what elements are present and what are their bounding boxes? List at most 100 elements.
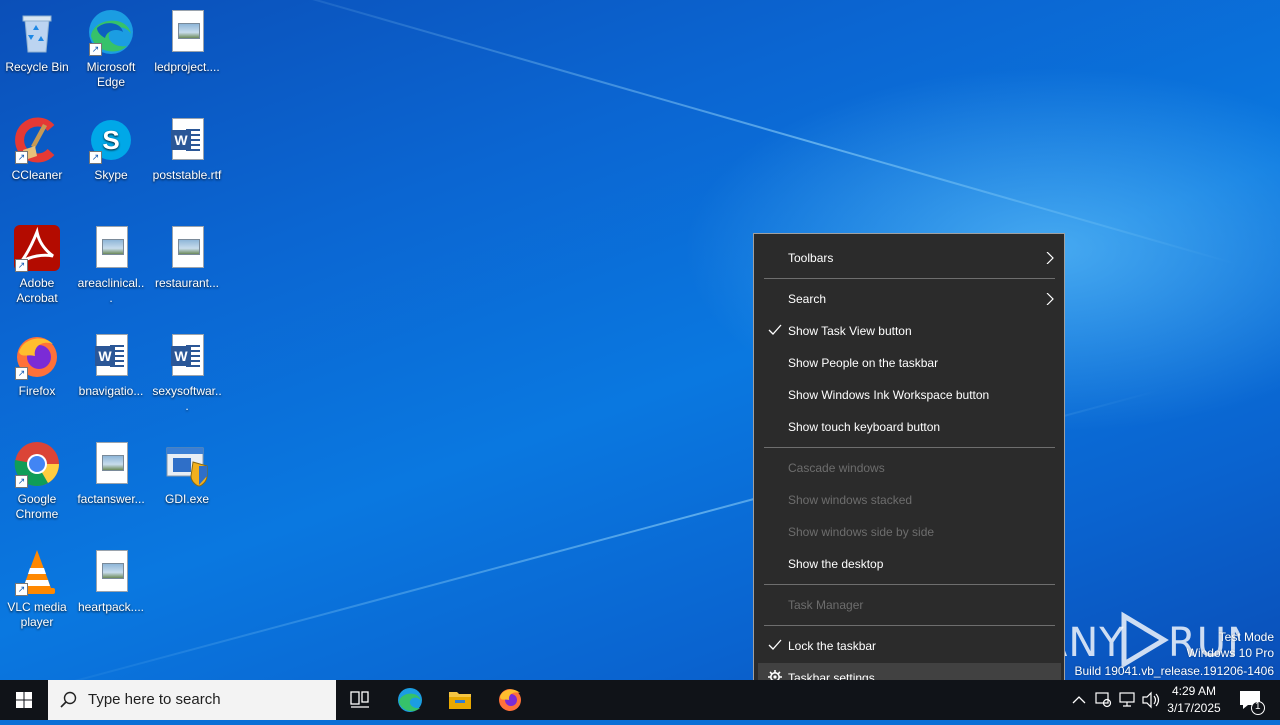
desktop-icon-word-document[interactable]: W poststable.rtf [150, 116, 224, 183]
shortcut-arrow-icon: ↗ [89, 43, 102, 56]
desktop-icon-image-file[interactable]: ledproject.... [150, 8, 224, 75]
image-file-icon [163, 224, 211, 272]
clock[interactable]: 4:29 AM 3/17/2025 [1164, 680, 1224, 720]
menu-item-label: Search [788, 292, 827, 306]
start-button[interactable] [0, 680, 48, 720]
desktop-icon-label: VLC media player [7, 600, 67, 629]
clock-date: 3/17/2025 [1167, 701, 1221, 715]
watermark-build: Build 19041.vb_release.191206-1406 [1074, 664, 1275, 678]
ccleaner-icon: ↗ [13, 116, 61, 164]
shortcut-arrow-icon: ↗ [15, 367, 28, 380]
desktop-icon-label: GDI.exe [164, 492, 209, 506]
desktop-icon-image-file[interactable]: factanswer... [74, 440, 148, 507]
image-file-icon [163, 8, 211, 56]
menu-item-show-people[interactable]: Show People on the taskbar [758, 348, 1061, 378]
desktop-icon-label: bnavigatio... [78, 384, 144, 398]
desktop-icon-adobe-acrobat[interactable]: ↗ Adobe Acrobat [0, 224, 74, 306]
desktop-icon-word-document[interactable]: W bnavigatio... [74, 332, 148, 399]
taskbar[interactable]: Type here to search 4:29 AM 3/17/2025 1 [0, 680, 1280, 720]
menu-item-toolbars[interactable]: Toolbars [758, 243, 1061, 273]
menu-separator [764, 447, 1055, 448]
speaker-icon [1142, 691, 1160, 709]
menu-item-cascade-windows: Cascade windows [758, 453, 1061, 483]
menu-item-label: Show Windows Ink Workspace button [788, 388, 990, 402]
watermark-edition: Windows 10 Pro [1186, 646, 1274, 660]
image-file-icon [87, 224, 135, 272]
desktop-icon-firefox[interactable]: ↗ Firefox [0, 332, 74, 399]
svg-text:S: S [102, 125, 119, 155]
firefox-icon [499, 689, 521, 711]
desktop-icon-recycle-bin[interactable]: Recycle Bin [0, 8, 74, 75]
network-tray-button[interactable] [1116, 680, 1138, 720]
desktop-icon-label: poststable.rtf [152, 168, 222, 182]
desktop-icon-google-chrome[interactable]: ↗ Google Chrome [0, 440, 74, 522]
taskbar-context-menu: Toolbars Search Show Task View button Sh… [753, 233, 1065, 703]
menu-item-show-desktop[interactable]: Show the desktop [758, 549, 1061, 579]
taskbar-search-box[interactable]: Type here to search [48, 680, 336, 720]
menu-item-label: Show windows side by side [788, 525, 935, 539]
tray-app-icon[interactable] [1092, 680, 1114, 720]
menu-item-show-touch-keyboard[interactable]: Show touch keyboard button [758, 412, 1061, 442]
notification-count: 1 [1255, 701, 1261, 712]
taskbar-firefox[interactable] [486, 680, 534, 720]
shortcut-arrow-icon: ↗ [89, 151, 102, 164]
windows-logo-icon [16, 692, 32, 708]
desktop[interactable]: Recycle Bin ↗ CCleaner ↗ Adobe Acrobat ↗… [0, 0, 1280, 680]
menu-item-windows-side-by-side: Show windows side by side [758, 517, 1061, 547]
desktop-icon-gdi-exe[interactable]: GDI.exe [150, 440, 224, 507]
menu-item-search[interactable]: Search [758, 284, 1061, 314]
desktop-icon-label: restaurant... [154, 276, 220, 290]
menu-item-show-task-view[interactable]: Show Task View button [758, 316, 1061, 346]
taskbar-file-explorer[interactable] [436, 680, 484, 720]
menu-item-label: Show People on the taskbar [788, 356, 939, 370]
search-placeholder: Type here to search [88, 691, 221, 708]
checkmark-icon [768, 639, 782, 650]
menu-item-show-ink-workspace[interactable]: Show Windows Ink Workspace button [758, 380, 1061, 410]
volume-tray-button[interactable] [1140, 680, 1162, 720]
desktop-icon-vlc[interactable]: ↗ VLC media player [0, 548, 74, 630]
menu-item-label: Show windows stacked [788, 493, 913, 507]
firefox-icon: ↗ [13, 332, 61, 380]
desktop-icon-label: sexysoftwar... [152, 384, 222, 413]
menu-item-windows-stacked: Show windows stacked [758, 485, 1061, 515]
desktop-icon-image-file[interactable]: heartpack.... [74, 548, 148, 615]
show-hidden-icons-button[interactable] [1068, 680, 1090, 720]
wallpaper-light-beam [179, 0, 1238, 266]
menu-item-task-manager: Task Manager [758, 590, 1061, 620]
menu-item-label: Toolbars [788, 251, 834, 265]
chrome-icon: ↗ [13, 440, 61, 488]
menu-item-lock-taskbar[interactable]: Lock the taskbar [758, 631, 1061, 661]
network-icon [1119, 692, 1135, 707]
chevron-right-icon [1046, 293, 1054, 305]
watermark-test-mode: Test Mode [1218, 630, 1274, 644]
menu-item-label: Show touch keyboard button [788, 420, 941, 434]
adobe-acrobat-icon: ↗ [13, 224, 61, 272]
desktop-icon-microsoft-edge[interactable]: ↗ Microsoft Edge [74, 8, 148, 90]
shortcut-arrow-icon: ↗ [15, 259, 28, 272]
desktop-icon-label: heartpack.... [77, 600, 145, 614]
shortcut-arrow-icon: ↗ [15, 475, 28, 488]
chevron-up-icon [1072, 696, 1086, 704]
skype-icon: S ↗ [87, 116, 135, 164]
shortcut-arrow-icon: ↗ [15, 151, 28, 164]
desktop-icon-word-document[interactable]: W sexysoftwar... [150, 332, 224, 414]
action-center-button[interactable]: 1 [1234, 680, 1268, 720]
shortcut-arrow-icon: ↗ [15, 583, 28, 596]
search-icon [60, 691, 77, 708]
desktop-icon-label: Google Chrome [15, 492, 59, 521]
menu-item-label: Task Manager [788, 598, 864, 612]
word-document-icon: W [163, 332, 211, 380]
notification-icon [1240, 691, 1265, 715]
desktop-icon-label: Adobe Acrobat [16, 276, 58, 305]
edge-icon [398, 688, 422, 712]
desktop-icon-image-file[interactable]: restaurant... [150, 224, 224, 291]
desktop-icon-skype[interactable]: S ↗ Skype [74, 116, 148, 183]
desktop-icon-label: CCleaner [11, 168, 63, 182]
task-view-button[interactable] [336, 680, 384, 720]
image-file-icon [87, 440, 135, 488]
desktop-icon-ccleaner[interactable]: ↗ CCleaner [0, 116, 74, 183]
taskbar-edge[interactable] [386, 680, 434, 720]
desktop-icon-image-file[interactable]: areaclinical... [74, 224, 148, 306]
file-explorer-icon [449, 692, 471, 709]
menu-item-label: Show the desktop [788, 557, 884, 571]
